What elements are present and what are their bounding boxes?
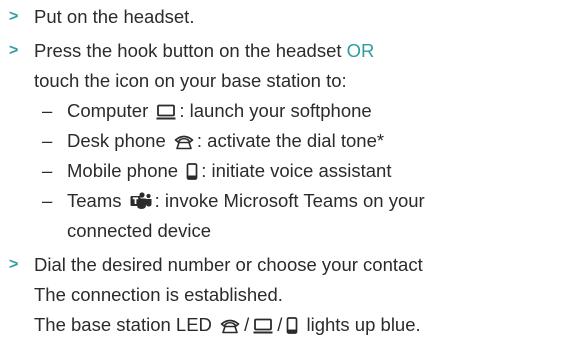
device-label: Computer [67, 100, 149, 121]
desk-phone-icon [220, 318, 240, 334]
list-item-teams: – Teams : invoke Microsoft Teams on your… [42, 186, 582, 246]
separator-slash: / [277, 314, 283, 335]
device-desc: : initiate voice assistant [201, 160, 392, 181]
mobile-phone-icon [186, 163, 198, 180]
step-text: touch the icon on your base station to: [34, 70, 347, 91]
led-status-line: The base station LED / / lights up blue. [34, 310, 582, 340]
list-item-desk-phone: – Desk phone : activate the dial tone* [42, 130, 385, 151]
teams-icon [130, 192, 152, 210]
instruction-steps: > Put on the headset. > Press the hook b… [0, 0, 582, 340]
device-label: Teams [67, 190, 122, 211]
device-desc: : launch your softphone [179, 100, 372, 121]
result-text: The base station LED [34, 314, 212, 335]
step-text: Press the hook button on the headset [34, 40, 342, 61]
step-line: Press the hook button on the headset OR [34, 36, 582, 66]
device-list: – Computer : launch your softphone – Des… [34, 96, 582, 246]
step-text: Put on the headset. [34, 6, 195, 27]
device-label: Mobile phone [67, 160, 179, 181]
step-press-hook: > Press the hook button on the headset O… [8, 36, 582, 246]
mobile-phone-icon [286, 317, 298, 334]
list-item-mobile-phone: – Mobile phone : initiate voice assistan… [42, 160, 392, 181]
device-desc-continued: connected device [67, 220, 211, 241]
computer-icon [156, 104, 176, 120]
step-text: Dial the desired number or choose your c… [34, 254, 423, 275]
device-desc: : activate the dial tone* [196, 130, 385, 151]
or-accent-text: OR [346, 40, 375, 61]
desk-phone-icon [174, 134, 194, 150]
computer-icon [253, 318, 273, 334]
step-arrow-icon: > [9, 256, 19, 273]
result-text: lights up blue. [306, 314, 421, 335]
separator-slash: / [244, 314, 250, 335]
step-put-on-headset: > Put on the headset. [8, 2, 582, 32]
step-arrow-icon: > [9, 8, 19, 25]
device-desc: : invoke Microsoft Teams on your [154, 190, 425, 211]
device-label: Desk phone [67, 130, 166, 151]
result-text: The connection is established. [34, 284, 283, 305]
step-arrow-icon: > [9, 42, 19, 59]
list-item-computer: – Computer : launch your softphone [42, 100, 372, 121]
step-dial-number: > Dial the desired number or choose your… [8, 250, 582, 340]
